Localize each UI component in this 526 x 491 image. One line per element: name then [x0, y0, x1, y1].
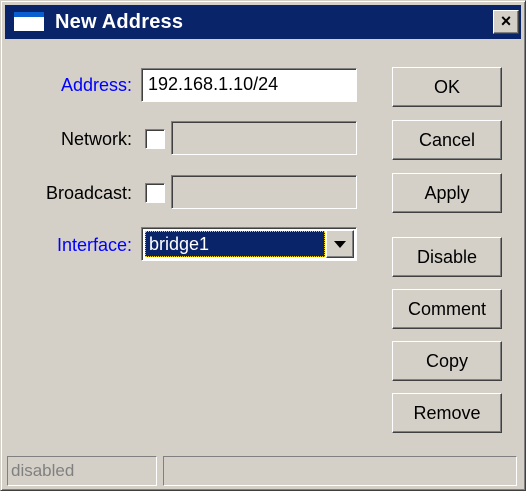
network-label: Network: [60, 129, 132, 149]
copy-button[interactable]: Copy [392, 341, 502, 381]
close-button[interactable]: × [493, 10, 519, 34]
remove-button[interactable]: Remove [392, 393, 502, 433]
network-input[interactable] [171, 121, 357, 155]
interface-label: Interface: [56, 235, 132, 255]
interface-selected-value: bridge1 [145, 231, 325, 257]
address-label: Address: [60, 75, 132, 95]
comment-button[interactable]: Comment [392, 289, 502, 329]
status-info [163, 456, 517, 486]
window-icon [13, 11, 45, 32]
address-input[interactable]: 192.168.1.10/24 [141, 68, 357, 102]
window-title: New Address [55, 11, 184, 33]
broadcast-checkbox[interactable] [145, 183, 165, 203]
title-bar[interactable]: New Address × [5, 5, 521, 39]
dropdown-arrow-icon[interactable] [326, 230, 354, 258]
broadcast-label: Broadcast: [45, 183, 132, 203]
status-text: disabled [7, 456, 157, 486]
network-checkbox[interactable] [145, 129, 165, 149]
ok-button[interactable]: OK [392, 67, 502, 107]
interface-select[interactable]: bridge1 [141, 227, 357, 261]
broadcast-input[interactable] [171, 175, 357, 209]
new-address-dialog: New Address × Address: 192.168.1.10/24 N… [0, 0, 526, 491]
apply-button[interactable]: Apply [392, 173, 502, 213]
disable-button[interactable]: Disable [392, 237, 502, 277]
cancel-button[interactable]: Cancel [392, 120, 502, 160]
